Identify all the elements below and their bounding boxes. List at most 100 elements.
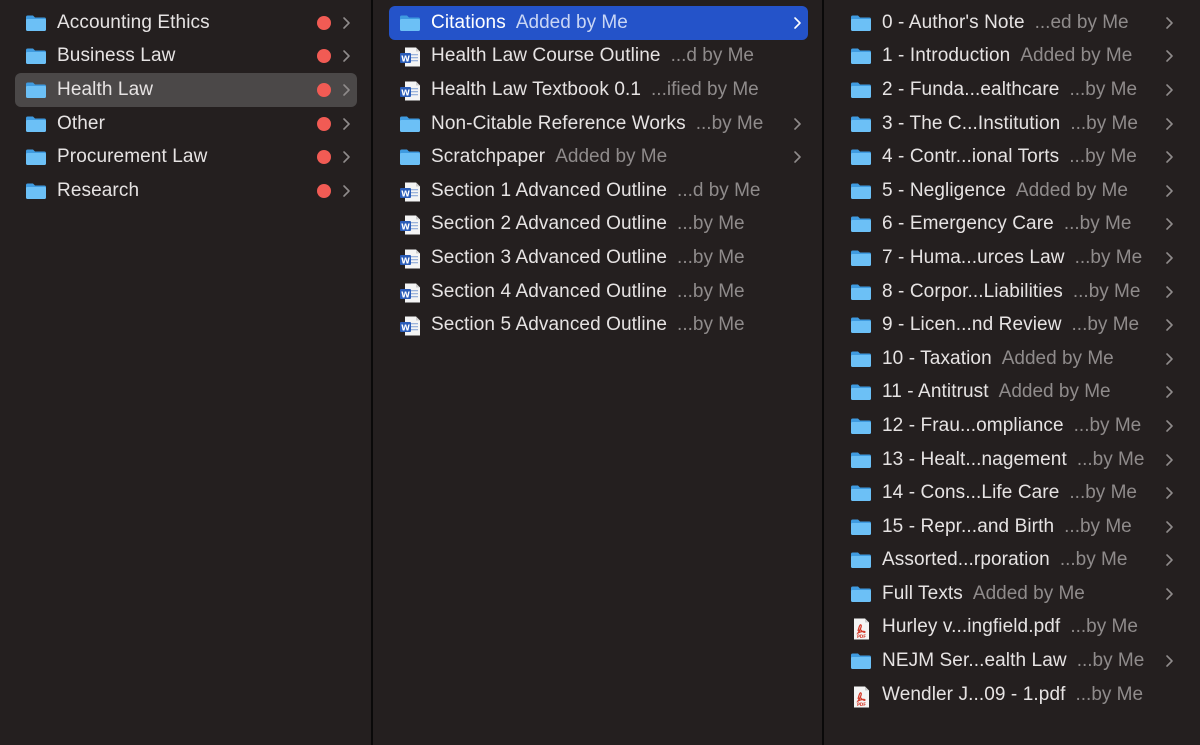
item-added-by: ...by Me <box>1069 482 1137 504</box>
chevron-right-icon <box>1164 553 1174 567</box>
chevron-right-icon <box>341 49 351 63</box>
word-document-icon: W <box>399 47 421 67</box>
folder-icon <box>399 115 421 133</box>
item-name: Health Law Course Outline <box>431 45 661 67</box>
list-item[interactable]: 14 - Cons...Life Care ...by Me <box>840 476 1180 510</box>
folder-icon <box>850 484 872 502</box>
item-name: Wendler J...09 - 1.pdf <box>882 683 1066 705</box>
list-item[interactable]: W Section 2 Advanced Outline ...by Me <box>389 208 808 242</box>
item-name: Accounting Ethics <box>57 11 210 33</box>
list-item[interactable]: 9 - Licen...nd Review ...by Me <box>840 308 1180 342</box>
list-item[interactable]: 1 - Introduction Added by Me <box>840 40 1180 74</box>
list-item[interactable]: 3 - The C...Institution ...by Me <box>840 107 1180 141</box>
column-divider-1[interactable] <box>371 0 373 745</box>
item-added-by: ...by Me <box>1063 213 1132 235</box>
sidebar-folder-item[interactable]: Research <box>15 174 357 208</box>
item-added-by: ...by Me <box>1069 78 1138 100</box>
sidebar-folder-item[interactable]: Procurement Law <box>15 140 357 174</box>
list-item[interactable]: W Health Law Course Outline ...d by Me <box>389 40 808 74</box>
item-added-by: Added by Me <box>972 582 1085 604</box>
word-document-icon: W <box>399 215 421 235</box>
word-document-icon: W <box>399 81 421 101</box>
list-item[interactable]: W Section 1 Advanced Outline ...d by Me <box>389 174 808 208</box>
item-added-by: Added by Me <box>515 11 628 33</box>
column-3[interactable]: 0 - Author's Note ...ed by Me 1 - Introduc… <box>825 0 1200 745</box>
red-tag-icon <box>317 15 331 30</box>
word-document-icon: W <box>399 249 421 269</box>
item-name: 10 - Taxation <box>882 347 992 369</box>
list-item[interactable]: Non-Citable Reference Works ...by Me <box>389 107 808 141</box>
svg-text:W: W <box>401 55 410 64</box>
list-item[interactable]: 0 - Author's Note ...ed by Me <box>840 6 1180 40</box>
item-name: Research <box>57 179 140 201</box>
list-item[interactable]: 12 - Frau...ompliance ...by Me <box>840 409 1180 443</box>
list-item[interactable]: W Section 3 Advanced Outline ...by Me <box>389 241 808 275</box>
list-item[interactable]: Assorted...rporation ...by Me <box>840 544 1180 578</box>
list-item[interactable]: W Health Law Textbook 0.1 ...ified by Me <box>389 73 808 107</box>
word-document-icon: W <box>399 283 421 303</box>
list-item[interactable]: 2 - Funda...ealthcare ...by Me <box>840 73 1180 107</box>
svg-text:W: W <box>401 323 410 332</box>
item-added-by: ...d by Me <box>670 45 754 67</box>
list-item[interactable]: W Section 5 Advanced Outline ...by Me <box>389 308 808 342</box>
list-item[interactable]: NEJM Ser...ealth Law ...by Me <box>840 644 1180 678</box>
list-item[interactable]: 13 - Healt...nagement ...by Me <box>840 443 1180 477</box>
sidebar-folder-item[interactable]: Business Law <box>15 40 357 74</box>
list-item[interactable]: 10 - Taxation Added by Me <box>840 342 1180 376</box>
column-1[interactable]: Accounting Ethics Business Law Health Law O… <box>0 0 371 745</box>
list-item[interactable]: 8 - Corpor...Liabilities ...by Me <box>840 275 1180 309</box>
folder-icon <box>850 81 872 99</box>
list-item[interactable]: W Section 4 Advanced Outline ...by Me <box>389 275 808 309</box>
item-added-by: Added by Me <box>998 381 1111 403</box>
folder-icon <box>850 283 872 301</box>
item-name: 6 - Emergency Care <box>882 213 1054 235</box>
list-item[interactable]: PDF Hurley v...ingfield.pdf ...by Me <box>840 611 1180 645</box>
column-1-list: Accounting Ethics Business Law Health Law O… <box>0 6 371 208</box>
column-3-list: 0 - Author's Note ...ed by Me 1 - Introduc… <box>825 6 1200 711</box>
item-name: Section 5 Advanced Outline <box>431 314 668 336</box>
list-item[interactable]: Full Texts Added by Me <box>840 577 1180 611</box>
item-added-by: ...by Me <box>1076 650 1145 672</box>
list-item[interactable]: 6 - Emergency Care ...by Me <box>840 208 1180 242</box>
sidebar-folder-item[interactable]: Health Law <box>15 73 357 107</box>
item-name: Citations <box>431 11 506 33</box>
chevron-right-icon <box>1164 184 1174 198</box>
list-item[interactable]: Scratchpaper Added by Me <box>389 140 808 174</box>
folder-icon <box>850 215 872 233</box>
folder-icon <box>850 47 872 65</box>
list-item[interactable]: 11 - Antitrust Added by Me <box>840 376 1180 410</box>
list-item[interactable]: 4 - Contr...ional Torts ...by Me <box>840 140 1180 174</box>
sidebar-folder-item[interactable]: Accounting Ethics <box>15 6 357 40</box>
chevron-right-icon <box>1164 16 1174 30</box>
item-added-by: ...ed by Me <box>1034 11 1129 33</box>
list-item[interactable]: 15 - Repr...and Birth ...by Me <box>840 510 1180 544</box>
list-item[interactable]: Citations Added by Me <box>389 6 808 40</box>
item-added-by: ...by Me <box>1073 414 1142 436</box>
list-item[interactable]: 5 - Negligence Added by Me <box>840 174 1180 208</box>
item-name: 0 - Author's Note <box>882 11 1025 33</box>
column-divider-2[interactable] <box>822 0 824 745</box>
red-tag-icon <box>317 150 331 165</box>
folder-icon <box>850 451 872 469</box>
chevron-right-icon <box>792 150 802 164</box>
chevron-right-icon <box>1164 318 1174 332</box>
item-name: NEJM Ser...ealth Law <box>882 650 1067 672</box>
column-2[interactable]: Citations Added by Me W Health Law Course O… <box>374 0 822 745</box>
svg-text:W: W <box>401 223 410 232</box>
folder-icon <box>399 14 421 32</box>
item-added-by: ...by Me <box>1072 280 1141 302</box>
svg-text:PDF: PDF <box>857 634 866 639</box>
sidebar-folder-item[interactable]: Other <box>15 107 357 141</box>
list-item[interactable]: PDF Wendler J...09 - 1.pdf ...by Me <box>840 678 1180 712</box>
folder-icon <box>850 417 872 435</box>
chevron-right-icon <box>1164 285 1174 299</box>
item-added-by: ...by Me <box>677 314 745 336</box>
pdf-icon: PDF <box>850 686 872 708</box>
chevron-right-icon <box>1164 419 1174 433</box>
item-added-by: ...by Me <box>1071 314 1140 336</box>
folder-icon <box>25 115 47 133</box>
item-name: Full Texts <box>882 582 963 604</box>
item-name: 12 - Frau...ompliance <box>882 414 1064 436</box>
item-name: 1 - Introduction <box>882 45 1011 67</box>
list-item[interactable]: 7 - Huma...urces Law ...by Me <box>840 241 1180 275</box>
